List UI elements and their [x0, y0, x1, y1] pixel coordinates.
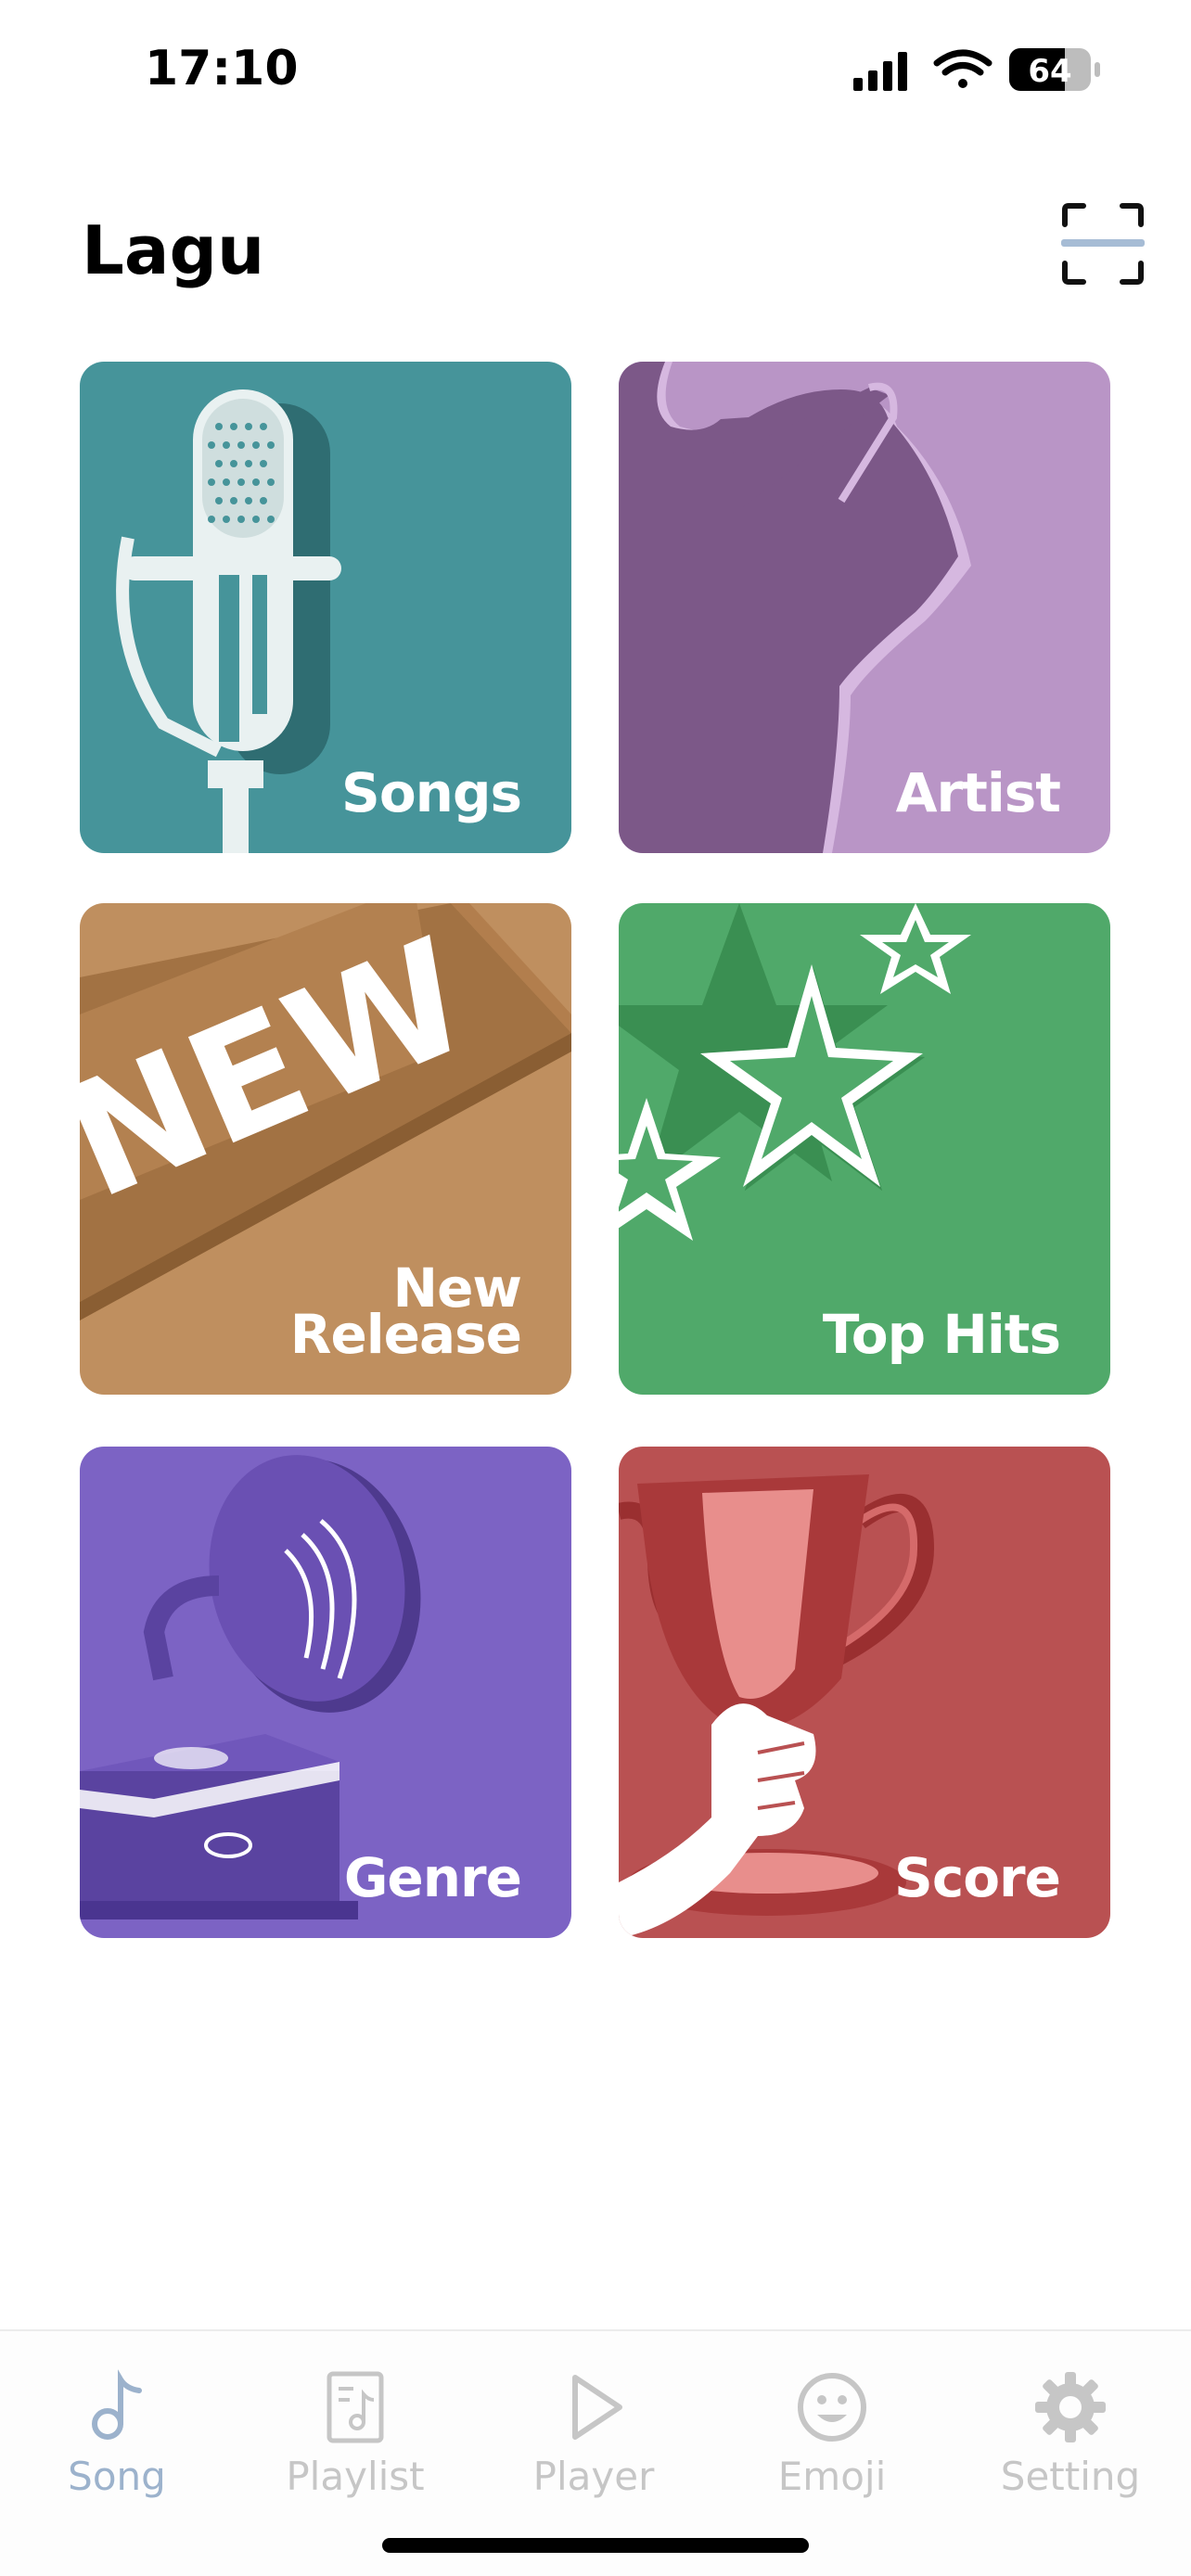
tab-playlist-label: Playlist: [286, 2454, 425, 2499]
tab-song-label: Song: [68, 2454, 166, 2499]
page-title: Lagu: [82, 211, 265, 289]
wifi-icon: [933, 49, 992, 88]
tab-song[interactable]: Song: [15, 2368, 219, 2526]
score-tile[interactable]: Score: [619, 1447, 1110, 1938]
score-label: Score: [894, 1846, 1061, 1909]
battery-level: 64: [1028, 53, 1071, 90]
tab-emoji-label: Emoji: [777, 2454, 887, 2499]
scan-button[interactable]: [1061, 202, 1145, 286]
status-bar: 17:10 64: [0, 0, 1191, 139]
status-icons: 64: [853, 48, 1100, 91]
tab-emoji[interactable]: Emoji: [730, 2368, 934, 2526]
tab-player-label: Player: [532, 2454, 655, 2499]
gear-icon: [1035, 2372, 1106, 2442]
tab-playlist[interactable]: Playlist: [253, 2368, 457, 2526]
music-note-icon: [92, 2369, 142, 2440]
songs-tile[interactable]: Songs: [80, 362, 571, 853]
smiley-icon: [798, 2373, 866, 2442]
artist-tile[interactable]: Artist: [619, 362, 1110, 853]
scan-icon: [1061, 203, 1145, 285]
battery-icon: 64: [1009, 48, 1100, 91]
genre-label: Genre: [343, 1846, 522, 1909]
top-hits-tile[interactable]: Top Hits: [619, 903, 1110, 1395]
home-indicator[interactable]: [382, 2538, 809, 2553]
tab-setting-label: Setting: [1000, 2454, 1141, 2499]
status-time: 17:10: [145, 41, 299, 96]
new-release-line-2: Release: [289, 1303, 522, 1366]
genre-tile[interactable]: Genre: [80, 1447, 571, 1938]
tab-bar: Song Playlist Player Emoji Setting: [0, 2329, 1191, 2576]
playlist-icon: [327, 2371, 384, 2443]
top-hits-label: Top Hits: [822, 1303, 1061, 1366]
tab-player[interactable]: Player: [492, 2368, 696, 2526]
signal-icon: [853, 52, 907, 91]
new-release-tile[interactable]: NEW New Release: [80, 903, 571, 1395]
tab-setting[interactable]: Setting: [968, 2368, 1172, 2526]
play-icon: [572, 2375, 622, 2440]
new-release-label: New Release: [289, 1261, 522, 1366]
artist-label: Artist: [895, 761, 1061, 824]
songs-label: Songs: [341, 761, 522, 824]
